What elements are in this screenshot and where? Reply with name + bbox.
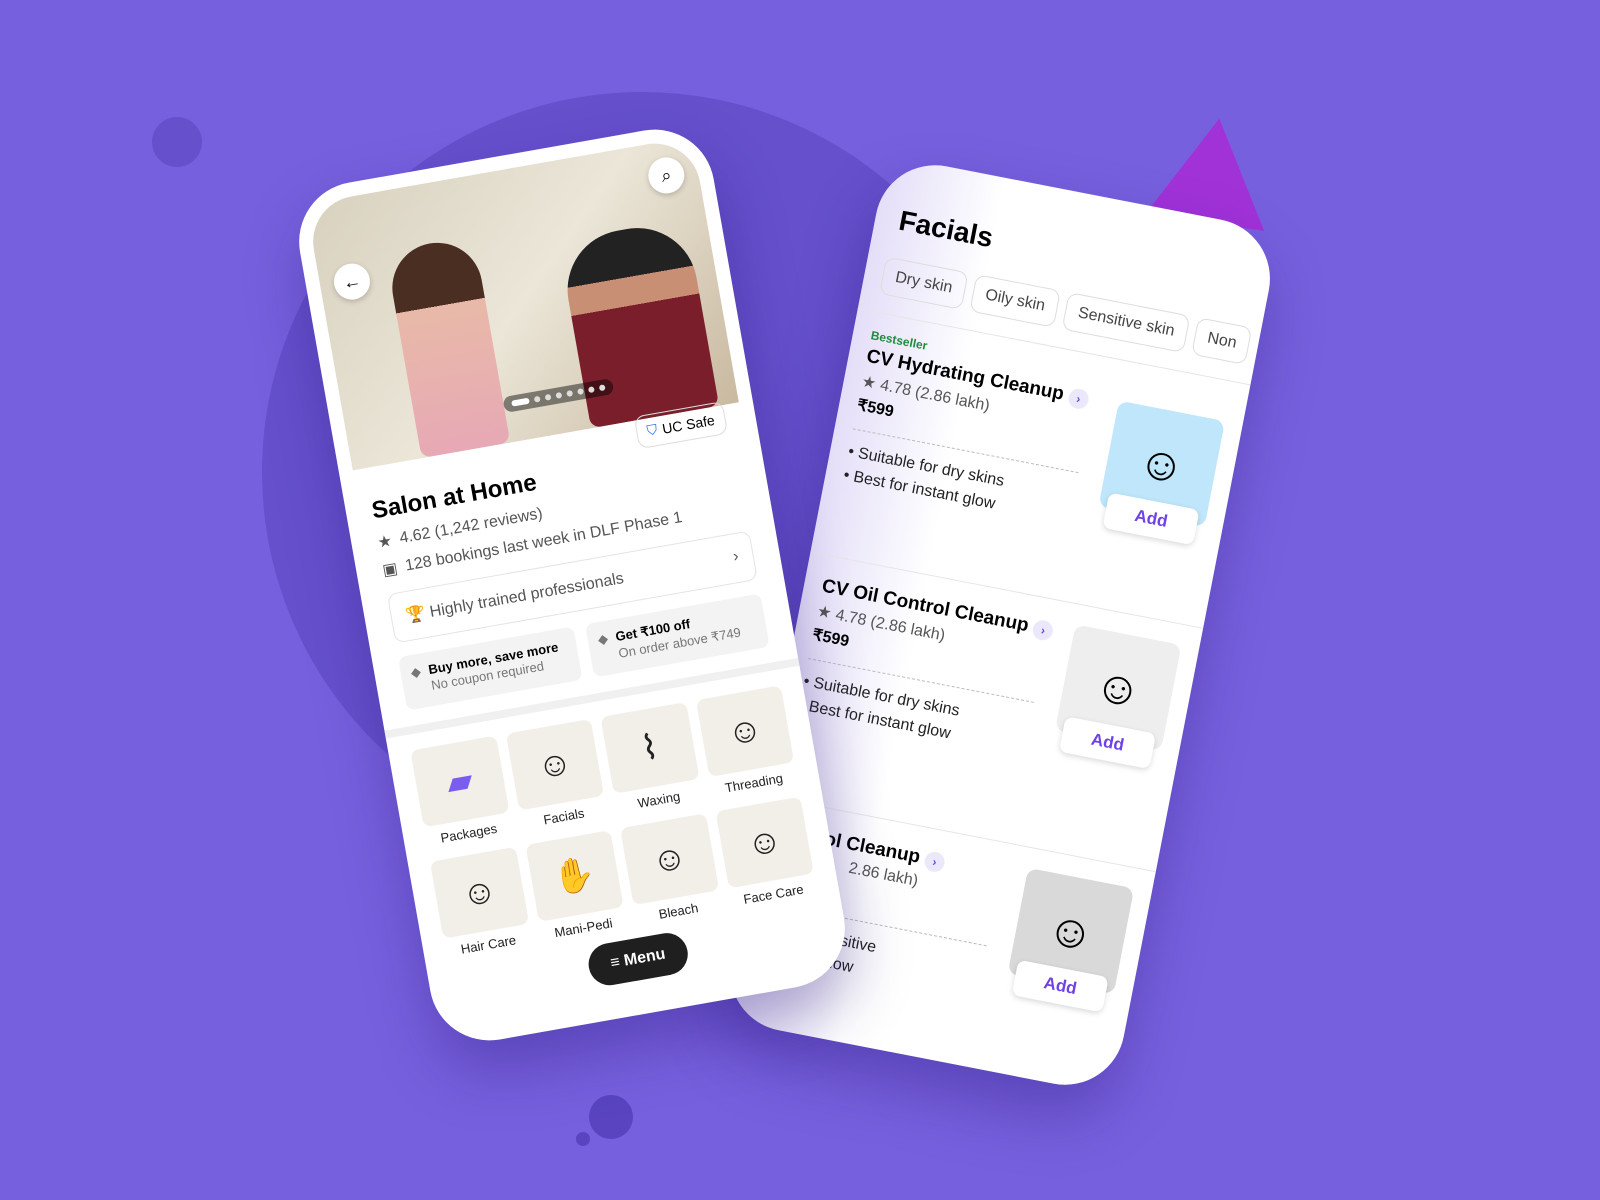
chevron-right-icon[interactable]: › [1066,387,1091,411]
tag-icon: ◆ [596,630,610,648]
offer-card[interactable]: ◆ Get ₹100 off On order above ₹749 [585,593,770,678]
category-packages[interactable]: ▰ Packages [410,735,512,849]
box-icon: ▰ [410,735,510,828]
offer-card[interactable]: ◆ Buy more, save more No coupon required [397,626,583,711]
search-button[interactable]: ⌕ [645,154,688,197]
chevron-right-icon[interactable]: › [1031,618,1055,643]
menu-icon: ≡ [609,953,622,972]
chip-normal-skin[interactable]: Non [1191,317,1253,366]
menu-button[interactable]: ≡ Menu [585,929,691,989]
chip-sensitive-skin[interactable]: Sensitive skin [1061,292,1191,353]
star-icon: ★ [376,532,394,552]
clipboard-icon: ▣ [381,560,400,580]
customer-image [385,235,511,459]
face-care-image: ☺ [715,796,814,889]
back-button[interactable]: ← [331,260,373,303]
shield-icon: ⛉ [645,420,659,439]
mani-pedi-image: ✋ [524,830,624,922]
tag-icon: ◆ [409,663,422,681]
waxing-image: ⌇ [600,702,700,794]
category-facials[interactable]: ☺ Facials [505,718,607,832]
chevron-right-icon: › [731,547,740,566]
chip-oily-skin[interactable]: Oily skin [969,274,1062,328]
category-threading[interactable]: ☺ Threading [695,685,797,798]
search-icon: ⌕ [659,164,673,186]
chevron-right-icon[interactable]: › [922,850,947,874]
category-face-care[interactable]: ☺ Face Care [715,796,817,910]
facials-image: ☺ [505,718,605,811]
decor-dot [152,117,202,167]
trophy-icon: 🏆 [404,604,428,626]
decor-dot [576,1132,590,1146]
category-bleach[interactable]: ☺ Bleach [619,813,722,926]
category-waxing[interactable]: ⌇ Waxing [600,702,702,815]
threading-image: ☺ [695,685,795,778]
arrow-left-icon: ← [341,269,363,293]
category-mani-pedi[interactable]: ✋ Mani-Pedi [524,830,627,943]
category-hair-care[interactable]: ☺ Hair Care [429,846,532,960]
hair-care-image: ☺ [429,846,529,939]
bleach-image: ☺ [619,813,719,906]
decor-dot [589,1095,633,1139]
chip-dry-skin[interactable]: Dry skin [878,256,969,310]
